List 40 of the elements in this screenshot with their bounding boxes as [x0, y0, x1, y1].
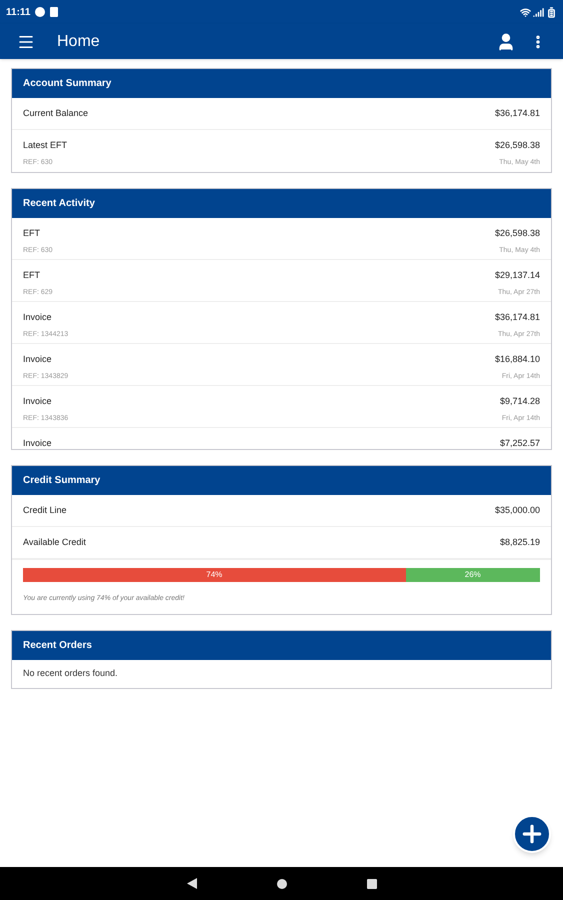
row-amount: $26,598.38 — [494, 227, 540, 240]
list-row[interactable]: Available Credit $8,825.19 — [12, 527, 551, 559]
row-label: EFT — [23, 227, 41, 240]
empty-orders-message: No recent orders found. — [23, 666, 118, 680]
row-amount: $36,174.81 — [494, 311, 540, 324]
list-row[interactable]: Credit Line $35,000.00 — [12, 495, 551, 527]
list-row[interactable]: Invoice $7,252.57 — [12, 428, 551, 449]
row-amount: $8,825.19 — [500, 536, 540, 549]
list-row[interactable]: Current Balance $36,174.81 — [12, 98, 551, 130]
row-label: Latest EFT — [23, 139, 68, 152]
row-label: Available Credit — [23, 536, 86, 549]
row-amount: $26,598.38 — [494, 139, 540, 152]
row-label: Current Balance — [23, 106, 88, 120]
app-bar-title: Home — [57, 32, 101, 52]
row-amount: $36,174.81 — [494, 106, 540, 120]
row-label: Invoice — [23, 437, 52, 449]
available-percent: 26% — [464, 569, 481, 581]
recents-icon[interactable] — [366, 878, 376, 888]
wifi-icon — [520, 6, 531, 18]
row-amount: $9,714.28 — [500, 395, 540, 408]
back-icon[interactable] — [186, 878, 196, 889]
status-time: 11:11 — [6, 6, 30, 20]
battery-icon — [546, 6, 557, 18]
row-label: Invoice — [23, 353, 53, 366]
used-percent: 74% — [206, 569, 222, 581]
add-button[interactable] — [513, 815, 551, 853]
row-amount: $29,137.14 — [494, 269, 540, 282]
card-title: Credit Summary — [23, 474, 100, 488]
row-amount: $16,884.10 — [494, 353, 540, 366]
row-label: Invoice — [23, 311, 53, 324]
card-title: Account Summary — [23, 77, 112, 91]
row-label: EFT — [23, 269, 41, 282]
row-label: Invoice — [23, 395, 53, 408]
home-icon[interactable] — [276, 878, 286, 888]
row-amount: $7,252.57 — [500, 437, 540, 449]
row-amount: $35,000.00 — [494, 504, 540, 517]
card-title: Recent Activity — [23, 197, 95, 211]
card-title: Recent Orders — [23, 638, 92, 652]
row-label: Credit Line — [23, 504, 67, 517]
signal-icon — [533, 6, 544, 18]
